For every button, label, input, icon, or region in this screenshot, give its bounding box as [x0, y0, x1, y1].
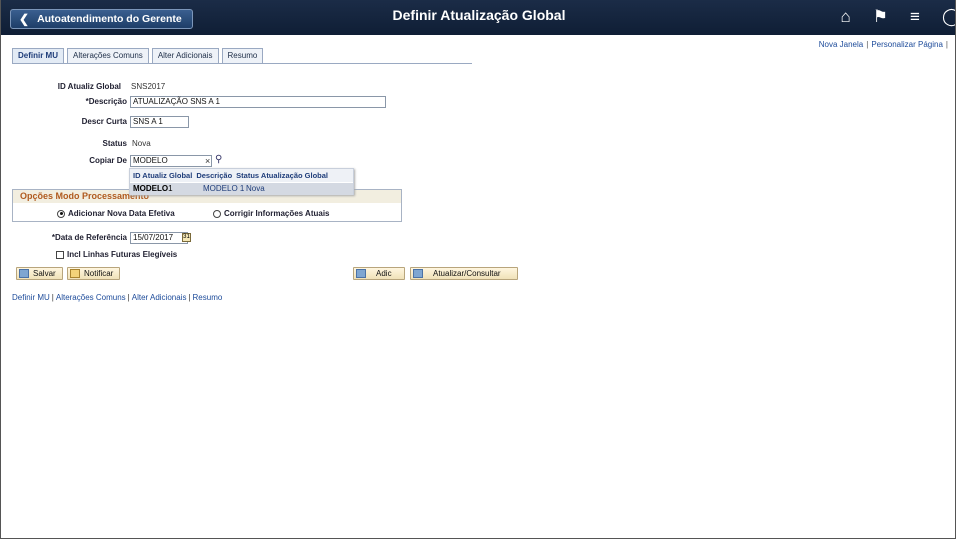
id-value: SNS2017 — [131, 82, 166, 91]
calendar-icon[interactable]: 31 — [182, 233, 191, 242]
top-links: Nova Janela | Personalizar Página | — [819, 40, 951, 49]
tab-alteracoes-comuns[interactable]: Alterações Comuns — [67, 48, 149, 63]
dropdown-header: ID Atualiz Global Descrição Status Atual… — [130, 169, 353, 182]
flag-icon[interactable]: ⚑ — [873, 7, 888, 27]
radio-correct-info[interactable]: Corrigir Informações Atuais — [213, 209, 330, 218]
menu-icon[interactable]: ≡ — [910, 7, 920, 27]
notify-button[interactable]: Notificar — [67, 267, 121, 280]
reference-date-label: *Data de Referência — [51, 233, 127, 242]
copy-from-dropdown: ID Atualiz Global Descrição Status Atual… — [129, 168, 354, 195]
short-description-input[interactable]: SNS A 1 — [130, 116, 189, 128]
save-label: Salvar — [33, 269, 56, 278]
tab-bar: Definir MU Alterações Comuns Alter Adici… — [12, 48, 264, 63]
radio-label: Adicionar Nova Data Efetiva — [68, 209, 175, 218]
update-display-button[interactable]: Atualizar/Consultar — [410, 267, 518, 280]
tab-alter-adicionais[interactable]: Alter Adicionais — [151, 48, 219, 63]
search-icon[interactable]: ⚲ — [215, 154, 222, 165]
page-title: Definir Atualização Global — [392, 7, 566, 23]
tab-definir-mu[interactable]: Definir MU — [12, 48, 64, 63]
update-label: Atualizar/Consultar — [433, 269, 501, 278]
notify-icon — [70, 269, 80, 278]
tab-resumo[interactable]: Resumo — [221, 48, 264, 63]
dropdown-row[interactable]: MODELO1 MODELO 1 Nova — [130, 183, 353, 195]
reference-date-input[interactable]: 15/07/2017 — [130, 232, 188, 244]
checkbox-label: Incl Linhas Futuras Elegíveis — [67, 250, 178, 259]
description-input[interactable]: ATUALIZAÇÃO SNS A 1 — [130, 96, 386, 108]
row-status: Nova — [246, 184, 265, 193]
page: ❮ Autoatendimento do Gerente Definir Atu… — [0, 0, 956, 539]
id-label: ID Atualiz Global — [57, 82, 121, 91]
clear-icon[interactable]: × — [205, 156, 210, 166]
short-description-label: Descr Curta — [81, 117, 127, 126]
separator: | — [945, 40, 948, 49]
notify-label: Notificar — [84, 269, 114, 278]
col-header-description: Descrição — [196, 171, 233, 180]
status-label: Status — [102, 139, 127, 148]
status-value: Nova — [132, 139, 151, 148]
save-button[interactable]: Salvar — [16, 267, 63, 280]
tab-divider — [12, 63, 472, 64]
add-button[interactable]: Adic — [353, 267, 405, 280]
banner: ❮ Autoatendimento do Gerente Definir Atu… — [1, 0, 955, 35]
radio-add-effective-date[interactable]: Adicionar Nova Data Efetiva — [57, 209, 175, 218]
radio-unselected[interactable] — [213, 209, 221, 218]
row-id-match: MODELO — [133, 184, 169, 193]
home-icon[interactable]: ⌂ — [841, 7, 851, 27]
update-icon — [413, 269, 423, 278]
copy-from-label: Copiar De — [89, 156, 127, 165]
bottom-link-definir-mu[interactable]: Definir MU — [12, 293, 50, 302]
row-id-rest: 1 — [168, 184, 173, 193]
bottom-links: Definir MU | Alterações Comuns | Alter Adici… — [12, 293, 222, 302]
col-header-status: Status Atualização Global — [236, 171, 328, 180]
radio-selected[interactable] — [57, 209, 65, 218]
description-label: *Descrição — [85, 97, 127, 106]
save-icon — [19, 269, 29, 278]
include-future-rows-checkbox[interactable]: Incl Linhas Futuras Elegíveis — [56, 250, 177, 259]
col-header-id: ID Atualiz Global — [133, 171, 193, 180]
add-label: Adic — [376, 269, 392, 278]
new-window-link[interactable]: Nova Janela — [819, 40, 863, 49]
checkbox[interactable] — [56, 250, 64, 259]
row-description: MODELO 1 — [203, 184, 245, 193]
copy-from-input[interactable]: MODELO — [130, 155, 212, 167]
navbar-icon[interactable]: ◯ — [942, 7, 955, 27]
personalize-link[interactable]: Personalizar Página — [871, 40, 943, 49]
bottom-link-alter-adicionais[interactable]: Alter Adicionais — [132, 293, 187, 302]
bottom-link-alteracoes-comuns[interactable]: Alterações Comuns — [56, 293, 126, 302]
radio-label: Corrigir Informações Atuais — [224, 209, 330, 218]
bottom-link-resumo[interactable]: Resumo — [193, 293, 223, 302]
add-icon — [356, 269, 366, 278]
